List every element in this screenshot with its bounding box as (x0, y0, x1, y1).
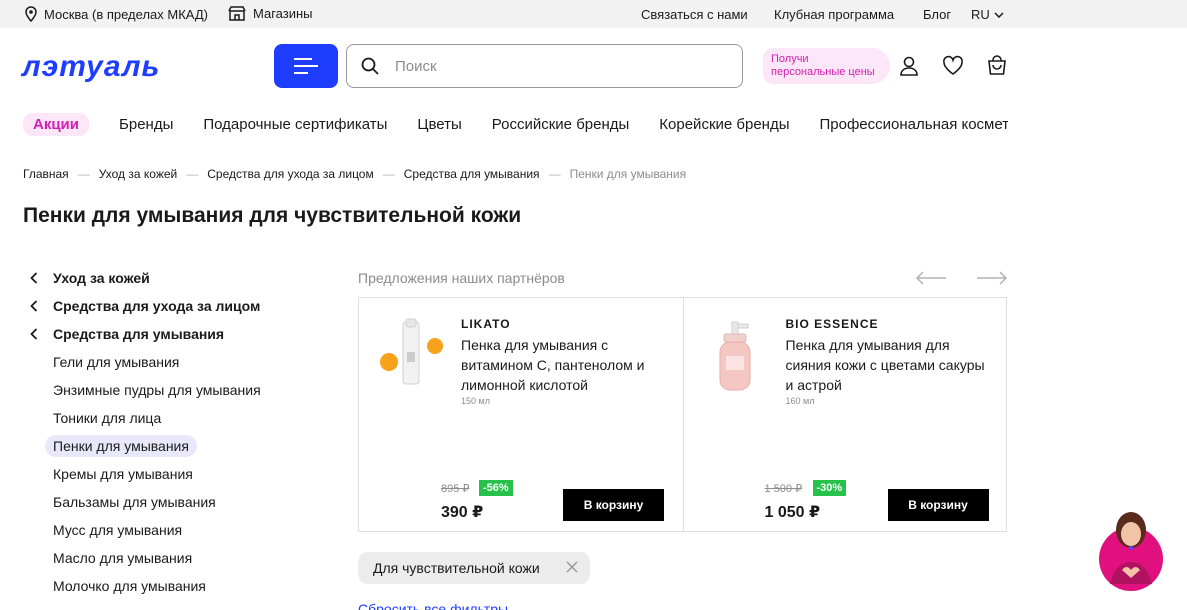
main-nav: Акции Бренды Подарочные сертификаты Цвет… (23, 112, 1008, 136)
location-pin-icon (25, 6, 37, 22)
personal-prices-promo[interactable]: Получи персональные цены (763, 48, 890, 84)
blog-link[interactable]: Блог (923, 7, 951, 22)
nav-item-flowers[interactable]: Цветы (417, 116, 461, 133)
logo[interactable]: лэтуаль (22, 52, 160, 82)
nav-item-korean-brands[interactable]: Корейские бренды (659, 116, 789, 133)
product-brand: LIKATO (461, 317, 511, 331)
sidebar-item-label: Масло для умывания (53, 550, 193, 566)
breadcrumb-item[interactable]: Уход за кожей (99, 167, 178, 181)
breadcrumb-item[interactable]: Средства для умывания (404, 167, 540, 181)
product-name[interactable]: Пенка для умывания с витамином С, пантен… (461, 335, 671, 395)
language-label: RU (971, 7, 990, 22)
assistant-avatar[interactable] (1098, 504, 1164, 592)
old-price: 895 ₽ (441, 483, 470, 495)
breadcrumb: Главная — Уход за кожей — Средства для ухо… (23, 167, 686, 181)
shops-label: Магазины (253, 6, 313, 21)
breadcrumb-current: Пенки для умывания (569, 167, 687, 181)
nav-item-brands[interactable]: Бренды (119, 116, 173, 133)
breadcrumb-separator: — (186, 167, 199, 181)
category-sidebar: Уход за кожей Средства для ухода за лицо… (23, 264, 313, 600)
sidebar-parent-label: Уход за кожей (53, 270, 150, 286)
add-to-cart-button[interactable]: В корзину (887, 489, 989, 521)
sidebar-parent-skin-care[interactable]: Уход за кожей (23, 264, 313, 292)
filter-chip-label: Для чувствительной кожи (373, 560, 540, 576)
close-icon[interactable] (566, 561, 578, 573)
sidebar-item-label: Энзимные пудры для умывания (53, 382, 261, 398)
sidebar-item-foams[interactable]: Пенки для умывания (23, 432, 313, 460)
partners-title: Предложения наших партнёров (358, 270, 565, 286)
nav-item-promo[interactable]: Акции (23, 112, 90, 136)
partner-cards: LIKATO Пенка для умывания с витамином С,… (358, 297, 1007, 532)
product-brand: BIO ESSENCE (785, 317, 879, 331)
reset-filters-link[interactable]: Сбросить все фильтры (358, 601, 508, 610)
sidebar-item-enzyme-powders[interactable]: Энзимные пудры для умывания (23, 376, 313, 404)
breadcrumb-separator: — (548, 167, 561, 181)
sidebar-item-label: Гели для умывания (53, 354, 180, 370)
chevron-left-icon (30, 272, 38, 284)
breadcrumb-separator: — (77, 167, 90, 181)
cart-icon[interactable] (986, 55, 1008, 77)
user-icon[interactable] (898, 55, 920, 77)
nav-item-gift-certificates[interactable]: Подарочные сертификаты (203, 116, 387, 133)
product-price: 390 ₽ (441, 504, 484, 521)
discount-badge: -56% (479, 480, 513, 496)
sidebar-item-milk[interactable]: Молочко для умывания (23, 572, 313, 600)
add-to-cart-button[interactable]: В корзину (563, 489, 664, 521)
product-image (719, 321, 750, 391)
product-volume: 160 мл (785, 396, 815, 406)
menu-icon (294, 58, 318, 74)
breadcrumb-item[interactable]: Средства для ухода за лицом (207, 167, 374, 181)
active-filter-chip[interactable]: Для чувствительной кожи (358, 552, 590, 584)
sidebar-item-label: Молочко для умывания (53, 578, 206, 594)
shops-link[interactable]: Магазины (228, 6, 313, 21)
sidebar-parent-cleansers[interactable]: Средства для умывания (23, 320, 313, 348)
nav-item-russian-brands[interactable]: Российские бренды (492, 116, 630, 133)
sidebar-item-label: Бальзамы для умывания (53, 494, 216, 510)
club-program-link[interactable]: Клубная программа (774, 7, 894, 22)
chevron-left-icon (30, 300, 38, 312)
sidebar-item-balms[interactable]: Бальзамы для умывания (23, 488, 313, 516)
arrow-left-icon[interactable] (915, 270, 947, 286)
sidebar-parent-label: Средства для ухода за лицом (53, 298, 261, 314)
discount-badge: -30% (812, 480, 847, 496)
nav-item-professional-cosmetics[interactable]: Профессиональная косметика (820, 116, 1009, 133)
sidebar-item-label: Тоники для лица (53, 410, 162, 426)
sidebar-parent-label: Средства для умывания (53, 326, 225, 342)
chevron-down-icon (994, 11, 1004, 18)
product-card[interactable]: LIKATO Пенка для умывания с витамином С,… (359, 298, 683, 531)
breadcrumb-item[interactable]: Главная (23, 167, 69, 181)
page-title: Пенки для умывания для чувствительной ко… (23, 204, 522, 227)
arrow-right-icon[interactable] (976, 270, 1008, 286)
sidebar-item-gels[interactable]: Гели для умывания (23, 348, 313, 376)
top-bar: Москва (в пределах МКАД) Магазины Связат… (0, 0, 1187, 28)
sidebar-item-tonics[interactable]: Тоники для лица (23, 404, 313, 432)
sidebar-item-label: Мусс для умывания (53, 522, 183, 538)
sidebar-item-label: Кремы для умывания (53, 466, 193, 482)
product-card[interactable]: BIO ESSENCE Пенка для умывания для сияни… (682, 298, 1007, 531)
contact-link[interactable]: Связаться с нами (641, 7, 748, 22)
sidebar-item-oil[interactable]: Масло для умывания (23, 544, 313, 572)
promo-line-2: персональные цены (771, 66, 875, 78)
heart-icon[interactable] (942, 55, 964, 77)
product-name[interactable]: Пенка для умывания для сияния кожи с цве… (786, 335, 996, 395)
sidebar-item-label: Пенки для умывания (45, 435, 197, 457)
product-image (380, 318, 443, 385)
catalog-menu-button[interactable] (274, 44, 338, 88)
product-price: 1 050 ₽ (764, 504, 821, 521)
search-icon (361, 57, 379, 75)
chevron-left-icon (30, 328, 38, 340)
sidebar-item-mousse[interactable]: Мусс для умывания (23, 516, 313, 544)
promo-line-1: Получи (771, 53, 809, 65)
location-selector[interactable]: Москва (в пределах МКАД) (24, 6, 208, 22)
shop-icon (228, 6, 246, 21)
old-price: 1 500 ₽ (764, 483, 803, 495)
search-box[interactable] (346, 44, 743, 88)
sidebar-item-creams[interactable]: Кремы для умывания (23, 460, 313, 488)
sidebar-parent-face-care[interactable]: Средства для ухода за лицом (23, 292, 313, 320)
search-input[interactable] (395, 57, 715, 75)
product-volume: 150 мл (461, 396, 490, 406)
language-selector[interactable]: RU (971, 7, 1004, 22)
location-label: Москва (в пределах МКАД) (44, 6, 209, 22)
breadcrumb-separator: — (382, 167, 395, 181)
